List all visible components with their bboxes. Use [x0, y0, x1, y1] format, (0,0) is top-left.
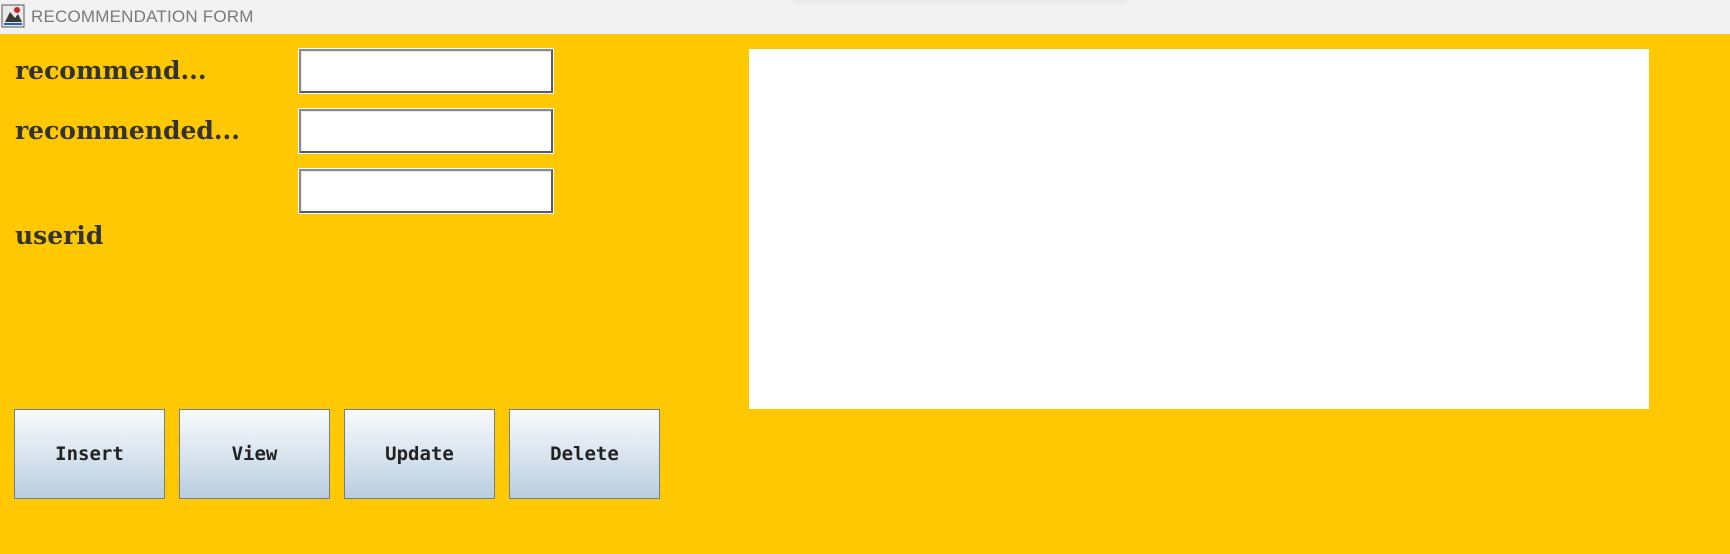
recommend-label: recommend...	[15, 56, 207, 85]
title-bar-shadow	[790, 0, 1130, 2]
output-text-area[interactable]	[749, 49, 1649, 409]
title-bar: RECOMMENDATION FORM	[0, 0, 1730, 34]
window-title: RECOMMENDATION FORM	[31, 7, 254, 26]
userid-label: userid	[15, 221, 104, 250]
update-button[interactable]: Update	[344, 409, 495, 499]
java-app-icon	[1, 4, 25, 28]
view-button[interactable]: View	[179, 409, 330, 499]
insert-button[interactable]: Insert	[14, 409, 165, 499]
delete-button[interactable]: Delete	[509, 409, 660, 499]
recommend-input[interactable]	[299, 49, 553, 93]
recommended-input[interactable]	[299, 109, 553, 153]
userid-input[interactable]	[299, 169, 553, 213]
recommended-label: recommended...	[15, 116, 240, 145]
